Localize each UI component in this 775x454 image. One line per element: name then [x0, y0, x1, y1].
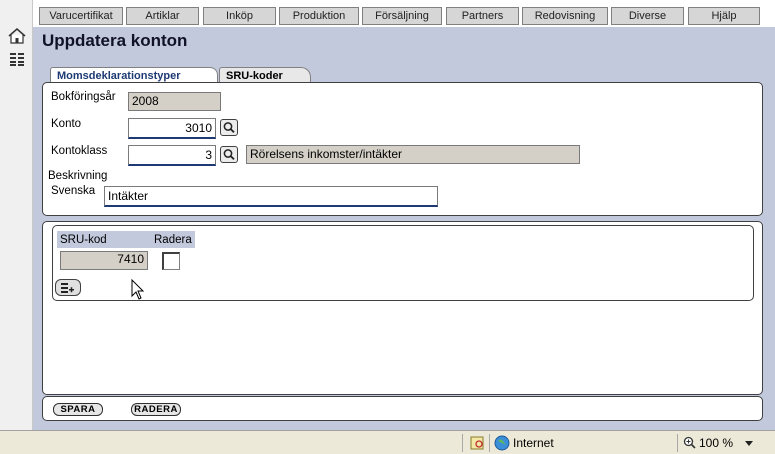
svenska-label: Svenska	[51, 185, 96, 197]
magnifier-icon	[223, 122, 235, 133]
bokforingsar-field: 2008	[128, 92, 221, 111]
security-zone-label: Internet	[513, 436, 554, 450]
nav-tab-hjalp[interactable]: Hjälp	[688, 7, 760, 25]
app-window: Varucertifikat Artiklar Inköp Produktion…	[0, 0, 775, 430]
action-bar: SPARA RADERA	[42, 396, 763, 421]
nav-tab-redovisning[interactable]: Redovisning	[522, 7, 608, 25]
nav-tab-artiklar[interactable]: Artiklar	[126, 7, 199, 25]
list-icon[interactable]	[8, 51, 26, 67]
kontoklass-search-button[interactable]	[220, 146, 238, 163]
zoom-icon[interactable]	[683, 436, 696, 449]
tab-sru-koder[interactable]: SRU-koder	[219, 67, 311, 83]
beskrivning-label: Beskrivning	[48, 170, 108, 182]
sru-delete-header: Radera	[151, 231, 195, 248]
nav-tab-forsaljning[interactable]: Försäljning	[362, 7, 442, 25]
zoom-level[interactable]: 100 %	[699, 436, 733, 450]
save-button[interactable]: SPARA	[53, 403, 103, 416]
globe-icon	[494, 435, 510, 451]
konto-label: Konto	[51, 118, 82, 130]
kontoklass-description-field: Rörelsens inkomster/intäkter	[246, 145, 580, 164]
home-icon[interactable]	[8, 28, 26, 44]
bokforingsar-label: Bokföringsår	[51, 91, 116, 103]
sru-code-header: SRU-kod	[57, 231, 151, 248]
nav-tab-varucertifikat[interactable]: Varucertifikat	[39, 7, 123, 25]
lock-icon	[470, 436, 484, 450]
dropdown-arrow-icon[interactable]	[745, 441, 753, 446]
svenska-input[interactable]: Intäkter	[104, 186, 438, 207]
account-form-panel: Bokföringsår 2008 Konto 3010 Kontoklass …	[42, 82, 763, 216]
delete-checkbox[interactable]	[162, 251, 180, 270]
add-row-button[interactable]	[55, 279, 81, 296]
page-title: Uppdatera konton	[42, 31, 188, 50]
mouse-cursor-icon	[131, 279, 145, 300]
konto-search-button[interactable]	[220, 119, 238, 136]
konto-input[interactable]: 3010	[128, 118, 216, 139]
nav-tab-diverse[interactable]: Diverse	[611, 7, 684, 25]
status-bar: Internet 100 %	[0, 430, 775, 454]
table-row: 7410	[57, 248, 195, 273]
sru-panel: SRU-kod Radera 7410	[42, 221, 763, 395]
main-content: Uppdatera konton Momsdeklarationstyper S…	[33, 27, 775, 430]
top-navigation: Varucertifikat Artiklar Inköp Produktion…	[33, 0, 775, 27]
nav-tab-partners[interactable]: Partners	[446, 7, 519, 25]
add-row-icon	[61, 283, 74, 293]
kontoklass-input[interactable]: 3	[128, 145, 216, 166]
nav-tab-inkop[interactable]: Inköp	[203, 7, 276, 25]
left-icon-bar	[0, 0, 33, 430]
sru-table: SRU-kod Radera 7410	[57, 231, 195, 273]
sru-code-field: 7410	[60, 251, 148, 270]
nav-tab-produktion[interactable]: Produktion	[279, 7, 359, 25]
delete-button[interactable]: RADERA	[131, 403, 181, 416]
kontoklass-label: Kontoklass	[51, 145, 108, 157]
tab-momsdeklarationstyper[interactable]: Momsdeklarationstyper	[50, 67, 218, 83]
sru-table-container: SRU-kod Radera 7410	[52, 225, 754, 301]
magnifier-icon	[223, 149, 235, 160]
